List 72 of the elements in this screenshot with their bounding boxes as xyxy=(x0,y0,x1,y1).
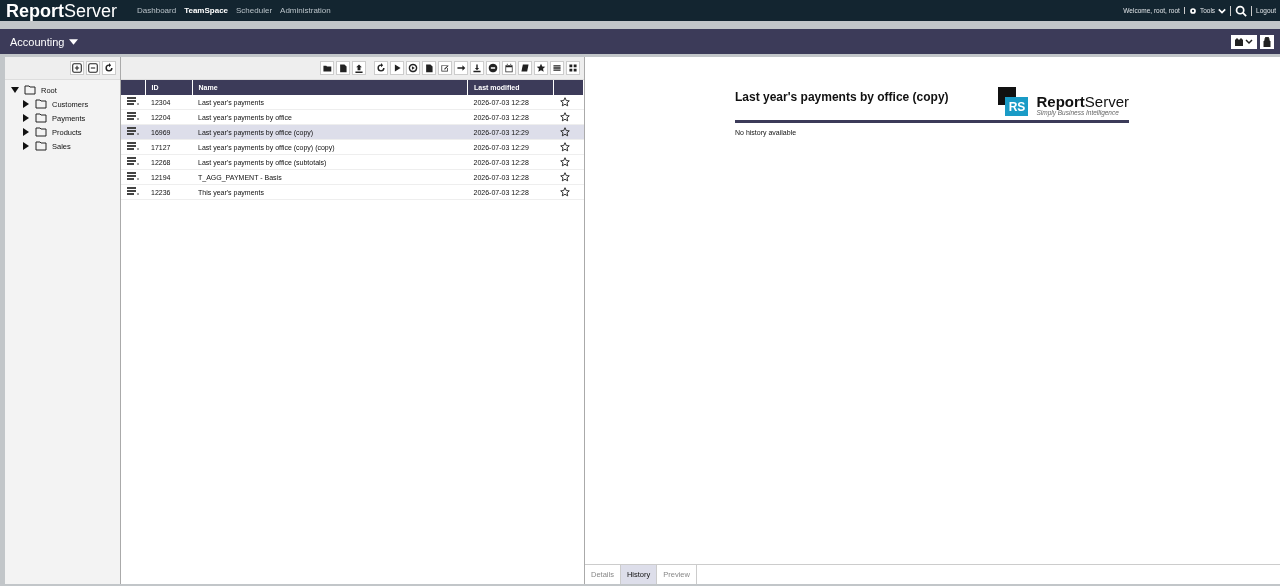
star-icon[interactable] xyxy=(559,186,570,197)
toolbar-button[interactable] xyxy=(352,61,366,75)
nav-link[interactable]: TeamSpace xyxy=(184,6,229,15)
star-icon[interactable] xyxy=(559,141,570,152)
expand-all-button[interactable] xyxy=(70,61,84,75)
gear-icon xyxy=(1188,6,1197,15)
toolbar-button[interactable] xyxy=(502,61,516,75)
lock-icon xyxy=(1263,36,1271,47)
toolbar-button[interactable] xyxy=(470,61,484,75)
toolbar-button[interactable] xyxy=(374,61,388,75)
star-icon[interactable] xyxy=(559,126,570,137)
user-menu-button[interactable] xyxy=(1231,34,1257,49)
report-icon xyxy=(127,112,139,121)
toolbar-button[interactable] xyxy=(422,61,436,75)
toolbar-button[interactable] xyxy=(486,61,500,75)
nav-link[interactable]: Scheduler xyxy=(236,6,273,15)
toolbar-button[interactable] xyxy=(438,61,452,75)
app-logo: ReportServer xyxy=(6,1,117,20)
toolbar-button[interactable] xyxy=(320,61,334,75)
report-icon xyxy=(127,142,139,151)
toolbar-button[interactable] xyxy=(390,61,404,75)
calendar-icon xyxy=(504,63,514,73)
folder-icon xyxy=(35,113,47,123)
refresh-icon xyxy=(104,63,114,73)
teamspace-dropdown[interactable]: Accounting xyxy=(10,35,79,48)
edit-icon xyxy=(440,63,450,73)
nav-link[interactable]: Administration xyxy=(280,6,331,15)
document-icon xyxy=(338,63,348,73)
upload-icon xyxy=(354,63,364,73)
star-icon[interactable] xyxy=(559,111,570,122)
star-icon xyxy=(536,63,546,73)
report-icon xyxy=(127,172,139,181)
collapse-all-button[interactable] xyxy=(86,61,100,75)
users-caret-icon xyxy=(1234,36,1254,47)
folder-icon xyxy=(35,127,47,137)
toolbar-button[interactable] xyxy=(534,61,548,75)
download-icon xyxy=(472,63,482,73)
folder-icon xyxy=(35,141,47,151)
plus-square-icon xyxy=(72,63,82,73)
minus-square-icon xyxy=(88,63,98,73)
report-icon xyxy=(127,187,139,196)
folder-icon xyxy=(35,99,47,109)
search-icon[interactable] xyxy=(1235,4,1248,17)
logo-mark: RS xyxy=(998,87,1029,116)
toolbar-button[interactable] xyxy=(406,61,420,75)
star-icon[interactable] xyxy=(559,156,570,167)
toolbar-button[interactable] xyxy=(336,61,350,75)
caret-icon xyxy=(69,38,79,45)
book-icon xyxy=(520,63,530,73)
lock-button[interactable] xyxy=(1260,34,1274,49)
report-title: Last year's payments by office (copy) xyxy=(735,90,949,104)
refresh-button[interactable] xyxy=(102,61,116,75)
toolbar-button[interactable] xyxy=(518,61,532,75)
star-icon[interactable] xyxy=(559,171,570,182)
logo-wordmark: ReportServer xyxy=(1036,94,1129,109)
nav-link[interactable]: Dashboard xyxy=(137,6,177,15)
list-icon xyxy=(552,63,562,73)
report-icon xyxy=(127,97,139,106)
report-icon xyxy=(127,127,139,136)
document-icon xyxy=(424,63,434,73)
toolbar-button[interactable] xyxy=(454,61,468,75)
play-icon xyxy=(392,63,402,73)
folder-icon xyxy=(322,63,332,73)
arrow-icon xyxy=(456,63,466,73)
folder-icon xyxy=(24,85,36,95)
report-icon xyxy=(127,157,139,166)
star-icon[interactable] xyxy=(559,96,570,107)
toolbar-button[interactable] xyxy=(566,61,580,75)
toolbar-button[interactable] xyxy=(550,61,564,75)
caret-icon xyxy=(1218,7,1227,14)
refresh-icon xyxy=(376,63,386,73)
grid-icon xyxy=(568,63,578,73)
